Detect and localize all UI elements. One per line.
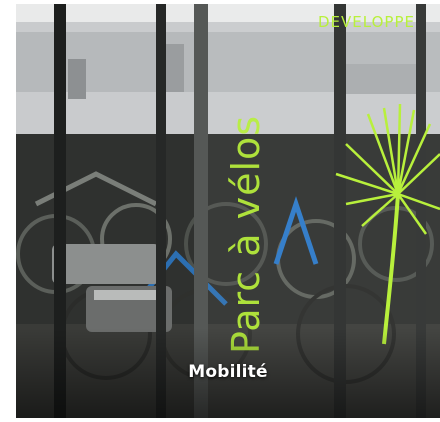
mobilite-card[interactable]: Parc à vélos DEVELOPPE Mobilité	[16, 4, 440, 418]
card-label: Mobilité	[188, 362, 268, 382]
sign-top-text: DEVELOPPE	[318, 13, 415, 31]
sign-vertical-text: Parc à vélos	[224, 114, 268, 354]
sign-parc-a-velos: Parc à vélos	[224, 14, 268, 354]
sign-top: DEVELOPPE	[318, 12, 440, 31]
